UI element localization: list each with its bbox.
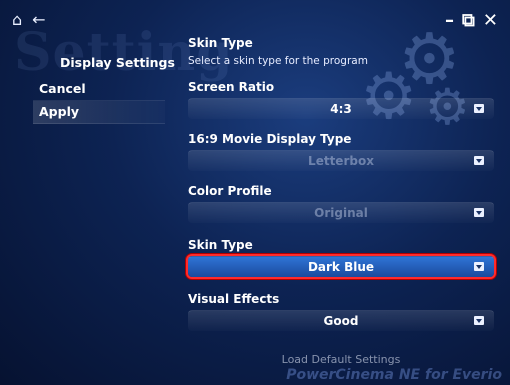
page-title: Display Settings xyxy=(60,55,175,70)
panel-subtitle: Select a skin type for the program xyxy=(188,55,368,67)
cancel-button[interactable]: Cancel xyxy=(33,78,165,101)
setting-label: 16:9 Movie Display Type xyxy=(188,132,352,146)
setting-label: Color Profile xyxy=(188,184,272,198)
dropdown-value: Original xyxy=(314,206,368,220)
side-menu: Cancel Apply xyxy=(33,78,165,124)
setting-skin-type: Skin Type Dark Blue xyxy=(188,238,498,277)
chevron-down-icon[interactable] xyxy=(474,262,484,271)
brand-logo: PowerCinema NE for Everio xyxy=(286,367,502,383)
setting-screen-ratio: Screen Ratio 4:3 xyxy=(188,80,498,119)
close-button[interactable]: ✕ xyxy=(483,10,498,31)
setting-color-profile: Color Profile Original xyxy=(188,184,498,223)
home-icon[interactable]: ⌂ xyxy=(12,10,22,29)
dropdown-value: 4:3 xyxy=(330,102,352,116)
minimize-button[interactable]: – xyxy=(445,10,454,31)
chevron-down-icon[interactable] xyxy=(474,156,484,165)
setting-label: Screen Ratio xyxy=(188,80,275,94)
setting-visual-effects: Visual Effects Good xyxy=(188,292,498,331)
screen-ratio-dropdown[interactable]: 4:3 xyxy=(188,98,494,119)
apply-button[interactable]: Apply xyxy=(33,101,165,124)
back-arrow-icon[interactable]: ← xyxy=(32,10,45,29)
restore-button[interactable]: ⧉ xyxy=(462,10,475,31)
dropdown-value: Dark Blue xyxy=(307,260,375,274)
panel-title: Skin Type xyxy=(188,36,253,50)
chevron-down-icon[interactable] xyxy=(474,104,484,113)
movie-display-type-dropdown[interactable]: Letterbox xyxy=(188,150,494,171)
skin-type-dropdown[interactable]: Dark Blue xyxy=(188,256,494,277)
visual-effects-dropdown[interactable]: Good xyxy=(188,310,494,331)
setting-movie-display-type: 16:9 Movie Display Type Letterbox xyxy=(188,132,498,171)
chevron-down-icon[interactable] xyxy=(474,316,484,325)
load-default-settings-button[interactable]: Load Default Settings xyxy=(188,353,494,367)
dropdown-value: Letterbox xyxy=(308,154,374,168)
color-profile-dropdown[interactable]: Original xyxy=(188,202,494,223)
dropdown-value: Good xyxy=(323,314,359,328)
panel-header: Skin Type Select a skin type for the pro… xyxy=(188,36,368,67)
setting-label: Visual Effects xyxy=(188,292,280,306)
setting-label: Skin Type xyxy=(188,238,253,252)
chevron-down-icon[interactable] xyxy=(474,208,484,217)
